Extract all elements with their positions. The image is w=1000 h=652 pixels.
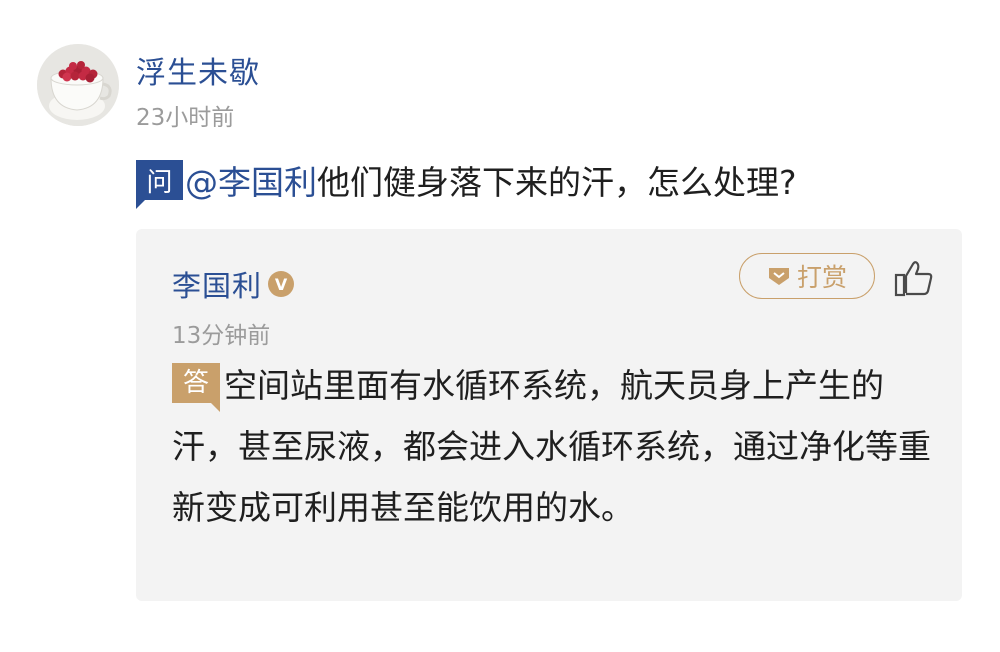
answer-author: 李国利 V bbox=[172, 263, 295, 305]
question-line: 问 @李国利 他们健身落下来的汗，怎么处理? bbox=[136, 156, 797, 209]
gem-icon bbox=[768, 268, 789, 285]
question-author-name[interactable]: 浮生未歇 bbox=[136, 48, 260, 92]
tip-button[interactable]: 打赏 bbox=[739, 253, 875, 299]
answer-text: 空间站里面有水循环系统，航天员身上产生的汗，甚至尿液，都会进入水循环系统，通过净… bbox=[172, 366, 931, 527]
question-text: 他们健身落下来的汗，怎么处理? bbox=[317, 163, 797, 202]
verified-badge-icon: V bbox=[268, 271, 295, 297]
answer-timestamp: 13分钟前 bbox=[172, 323, 271, 349]
mention-link[interactable]: @李国利 bbox=[185, 156, 317, 204]
answer-author-name[interactable]: 李国利 bbox=[172, 263, 262, 305]
avatar[interactable] bbox=[37, 44, 119, 126]
answer-badge: 答 bbox=[172, 363, 220, 412]
question-badge: 问 bbox=[136, 160, 183, 209]
question-timestamp: 23小时前 bbox=[136, 105, 235, 131]
thumbs-up-icon[interactable] bbox=[894, 259, 934, 297]
avatar-image bbox=[37, 44, 119, 126]
answer-card: 李国利 V 13分钟前 打赏 答空间站里面有水循环系统，航天员身上产生的汗，甚至… bbox=[136, 229, 962, 601]
tip-button-label: 打赏 bbox=[796, 263, 847, 292]
qa-post: 浮生未歇 23小时前 问 @李国利 他们健身落下来的汗，怎么处理? 李国利 V … bbox=[0, 0, 1000, 652]
answer-body: 答空间站里面有水循环系统，航天员身上产生的汗，甚至尿液，都会进入水循环系统，通过… bbox=[172, 355, 932, 538]
